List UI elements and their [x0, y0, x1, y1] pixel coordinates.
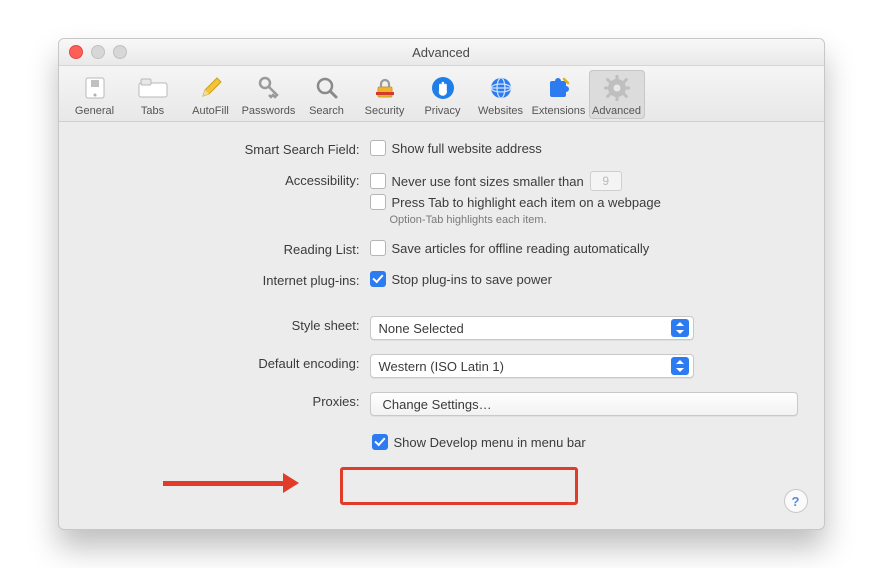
checkbox-icon — [370, 240, 386, 256]
tab-tabs[interactable]: Tabs — [125, 70, 181, 119]
reading-list-label: Reading List: — [85, 240, 370, 257]
checkbox-icon — [372, 434, 388, 450]
accessibility-label: Accessibility: — [85, 171, 370, 188]
select-value: None Selected — [379, 321, 671, 336]
checkbox-text: Press Tab to highlight each item on a we… — [392, 195, 661, 210]
switch-icon — [80, 73, 110, 103]
smart-search-label: Smart Search Field: — [85, 140, 370, 157]
key-icon — [254, 73, 284, 103]
chevron-updown-icon — [671, 357, 689, 375]
tab-privacy[interactable]: Privacy — [415, 70, 471, 119]
chevron-updown-icon — [671, 319, 689, 337]
titlebar: Advanced — [59, 39, 824, 66]
checkbox-icon — [370, 271, 386, 287]
select-value: Western (ISO Latin 1) — [379, 359, 671, 374]
hand-icon — [428, 73, 458, 103]
option-tab-note: Option-Tab highlights each item. — [390, 214, 798, 226]
help-button[interactable]: ? — [784, 489, 808, 513]
pencil-icon — [196, 73, 226, 103]
toolbar: General Tabs AutoFill Passwords Search S… — [59, 66, 824, 122]
stylesheet-label: Style sheet: — [85, 316, 370, 333]
press-tab-checkbox[interactable]: Press Tab to highlight each item on a we… — [370, 194, 798, 210]
tab-extensions[interactable]: Extensions — [531, 70, 587, 119]
checkbox-text: Stop plug-ins to save power — [392, 272, 552, 287]
checkbox-text: Show full website address — [392, 141, 542, 156]
lock-icon — [370, 73, 400, 103]
save-offline-checkbox[interactable]: Save articles for offline reading automa… — [370, 240, 798, 256]
checkbox-icon — [370, 194, 386, 210]
content-pane: Smart Search Field: Show full website ad… — [59, 122, 824, 529]
checkbox-text: Show Develop menu in menu bar — [394, 435, 586, 450]
window-title: Advanced — [59, 45, 824, 60]
tab-advanced[interactable]: Advanced — [589, 70, 645, 119]
tabs-icon — [138, 73, 168, 103]
checkbox-icon — [370, 173, 386, 189]
annotation-highlight — [340, 467, 578, 505]
help-icon: ? — [792, 494, 800, 509]
checkbox-text: Save articles for offline reading automa… — [392, 241, 650, 256]
minimize-icon[interactable] — [91, 45, 105, 59]
font-size-checkbox[interactable]: Never use font sizes smaller than 9 — [370, 171, 798, 191]
checkbox-text: Never use font sizes smaller than — [392, 174, 584, 189]
checkbox-icon — [370, 140, 386, 156]
window-controls — [69, 45, 127, 59]
stylesheet-select[interactable]: None Selected — [370, 316, 694, 340]
change-settings-button[interactable]: Change Settings… — [370, 392, 798, 416]
encoding-label: Default encoding: — [85, 354, 370, 371]
stop-plugins-checkbox[interactable]: Stop plug-ins to save power — [370, 271, 798, 287]
show-full-address-checkbox[interactable]: Show full website address — [370, 140, 798, 156]
gear-icon — [602, 73, 632, 103]
show-develop-checkbox[interactable]: Show Develop menu in menu bar — [370, 430, 798, 454]
tab-autofill[interactable]: AutoFill — [183, 70, 239, 119]
globe-icon — [486, 73, 516, 103]
tab-general[interactable]: General — [67, 70, 123, 119]
zoom-icon[interactable] — [113, 45, 127, 59]
close-icon[interactable] — [69, 45, 83, 59]
annotation-arrow — [163, 473, 299, 493]
encoding-select[interactable]: Western (ISO Latin 1) — [370, 354, 694, 378]
font-size-stepper[interactable]: 9 — [590, 171, 622, 191]
button-label: Change Settings… — [383, 397, 492, 412]
search-icon — [312, 73, 342, 103]
puzzle-icon — [544, 73, 574, 103]
tab-passwords[interactable]: Passwords — [241, 70, 297, 119]
tab-security[interactable]: Security — [357, 70, 413, 119]
proxies-label: Proxies: — [85, 392, 370, 409]
plugins-label: Internet plug-ins: — [85, 271, 370, 288]
preferences-window: Advanced General Tabs AutoFill Passwords — [58, 38, 825, 530]
tab-search[interactable]: Search — [299, 70, 355, 119]
tab-websites[interactable]: Websites — [473, 70, 529, 119]
